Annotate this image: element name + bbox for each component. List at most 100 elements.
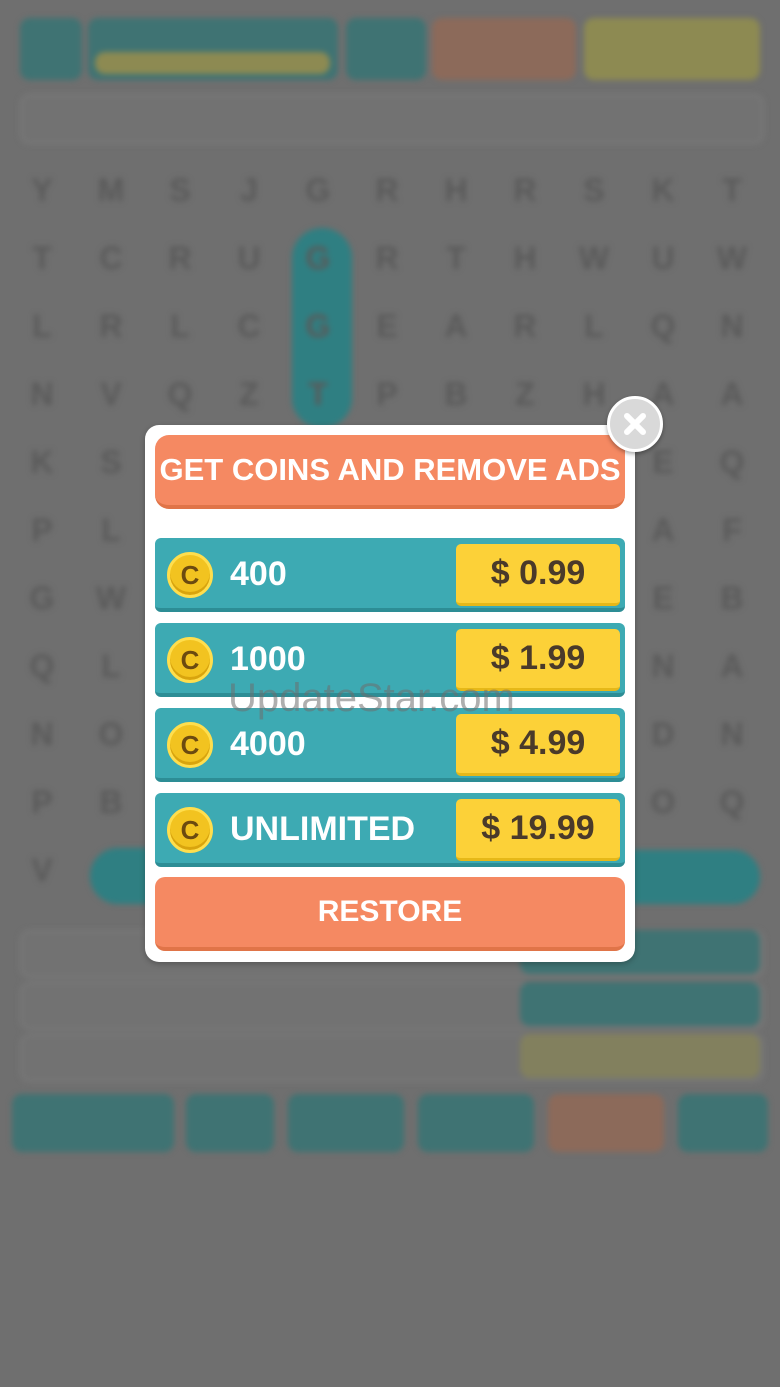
- grid-letter: T: [308, 376, 328, 412]
- coin-icon: C: [167, 552, 213, 598]
- grid-letter: A: [720, 376, 744, 412]
- grid-letter: E: [652, 580, 674, 616]
- grid-letter: T: [722, 172, 742, 208]
- offer-amount: UNLIMITED: [230, 810, 416, 848]
- grid-letter: P: [31, 784, 53, 820]
- bg-bottom-button-6: [678, 1094, 768, 1152]
- grid-letter: Q: [29, 648, 55, 684]
- grid-letter: D: [651, 716, 675, 752]
- grid-letter: W: [716, 240, 748, 276]
- dialog-title: GET COINS AND REMOVE ADS: [155, 435, 625, 509]
- grid-letter: F: [722, 512, 742, 548]
- bg-word-list-found-2: [520, 982, 760, 1026]
- grid-letter: Y: [31, 172, 53, 208]
- grid-letter: Z: [239, 376, 259, 412]
- grid-letter: Q: [650, 308, 676, 344]
- grid-letter: W: [95, 580, 127, 616]
- close-icon: [624, 413, 646, 435]
- grid-letter: E: [376, 308, 398, 344]
- bg-bottom-button-5: [548, 1094, 664, 1152]
- grid-letter: S: [169, 172, 191, 208]
- price-button-4.99[interactable]: $ 4.99: [456, 714, 620, 776]
- grid-letter: H: [444, 172, 468, 208]
- grid-letter: U: [237, 240, 261, 276]
- restore-button[interactable]: RESTORE: [155, 877, 625, 951]
- grid-letter: Q: [719, 444, 745, 480]
- grid-letter: K: [30, 444, 54, 480]
- price-button-0.99[interactable]: $ 0.99: [456, 544, 620, 606]
- price-button-1.99[interactable]: $ 1.99: [456, 629, 620, 691]
- grid-letter: J: [240, 172, 258, 208]
- grid-letter: G: [305, 172, 331, 208]
- grid-letter: A: [444, 308, 468, 344]
- offer-row-1000[interactable]: C 1000 $ 1.99: [155, 623, 625, 697]
- grid-letter: L: [101, 648, 121, 684]
- grid-letter: B: [720, 580, 744, 616]
- grid-letter: M: [97, 172, 125, 208]
- grid-letter: U: [651, 240, 675, 276]
- grid-letter: S: [583, 172, 605, 208]
- grid-letter: W: [578, 240, 610, 276]
- bg-menu-button: [346, 18, 426, 80]
- bg-bottom-button-1: [12, 1094, 174, 1152]
- grid-letter: T: [446, 240, 466, 276]
- close-button[interactable]: [607, 396, 663, 452]
- coin-icon: C: [167, 807, 213, 853]
- grid-letter: H: [513, 240, 537, 276]
- grid-letter: Z: [515, 376, 535, 412]
- coin-icon: C: [167, 637, 213, 683]
- grid-letter: L: [101, 512, 121, 548]
- bg-coins-display: [584, 18, 760, 80]
- offer-amount: 1000: [230, 640, 306, 678]
- bg-bottom-button-2: [186, 1094, 274, 1152]
- grid-letter: R: [375, 172, 399, 208]
- grid-letter: N: [720, 308, 744, 344]
- grid-letter: L: [170, 308, 190, 344]
- grid-letter: G: [305, 240, 331, 276]
- grid-letter: N: [30, 376, 54, 412]
- grid-letter: L: [32, 308, 52, 344]
- grid-letter: T: [32, 240, 52, 276]
- grid-letter: R: [375, 240, 399, 276]
- grid-letter: S: [100, 444, 122, 480]
- grid-letter: A: [651, 512, 675, 548]
- grid-letter: C: [237, 308, 261, 344]
- bg-bottom-button-4: [418, 1094, 534, 1152]
- price-button-19.99[interactable]: $ 19.99: [456, 799, 620, 861]
- grid-letter: G: [29, 580, 55, 616]
- grid-letter: N: [720, 716, 744, 752]
- grid-letter: O: [98, 716, 124, 752]
- grid-letter: C: [99, 240, 123, 276]
- grid-letter: V: [100, 376, 122, 412]
- offer-row-4000[interactable]: C 4000 $ 4.99: [155, 708, 625, 782]
- offer-row-unlimited[interactable]: C UNLIMITED $ 19.99: [155, 793, 625, 867]
- bg-back-button: [20, 18, 82, 80]
- grid-letter: A: [720, 648, 744, 684]
- grid-letter: B: [444, 376, 468, 412]
- grid-letter: P: [376, 376, 398, 412]
- coin-icon: C: [167, 722, 213, 768]
- grid-letter: N: [30, 716, 54, 752]
- offer-row-400[interactable]: C 400 $ 0.99: [155, 538, 625, 612]
- grid-letter: V: [31, 852, 53, 888]
- offer-amount: 400: [230, 555, 287, 593]
- bg-progress-bar: [95, 52, 330, 74]
- bg-current-word-strip: [20, 94, 764, 144]
- grid-letter: O: [650, 784, 676, 820]
- bg-remove-ads-button: [432, 18, 576, 80]
- grid-letter: R: [513, 308, 537, 344]
- grid-letter: B: [99, 784, 123, 820]
- grid-letter: L: [584, 308, 604, 344]
- grid-letter: Q: [167, 376, 193, 412]
- grid-letter: N: [651, 648, 675, 684]
- grid-letter: Q: [719, 784, 745, 820]
- grid-letter: G: [305, 308, 331, 344]
- bg-word-list-hint: [520, 1034, 760, 1078]
- grid-letter: R: [513, 172, 537, 208]
- grid-letter: R: [168, 240, 192, 276]
- purchase-dialog: GET COINS AND REMOVE ADS C 400 $ 0.99 C …: [145, 425, 635, 962]
- grid-letter: P: [31, 512, 53, 548]
- offer-amount: 4000: [230, 725, 306, 763]
- grid-letter: R: [99, 308, 123, 344]
- grid-letter: K: [651, 172, 675, 208]
